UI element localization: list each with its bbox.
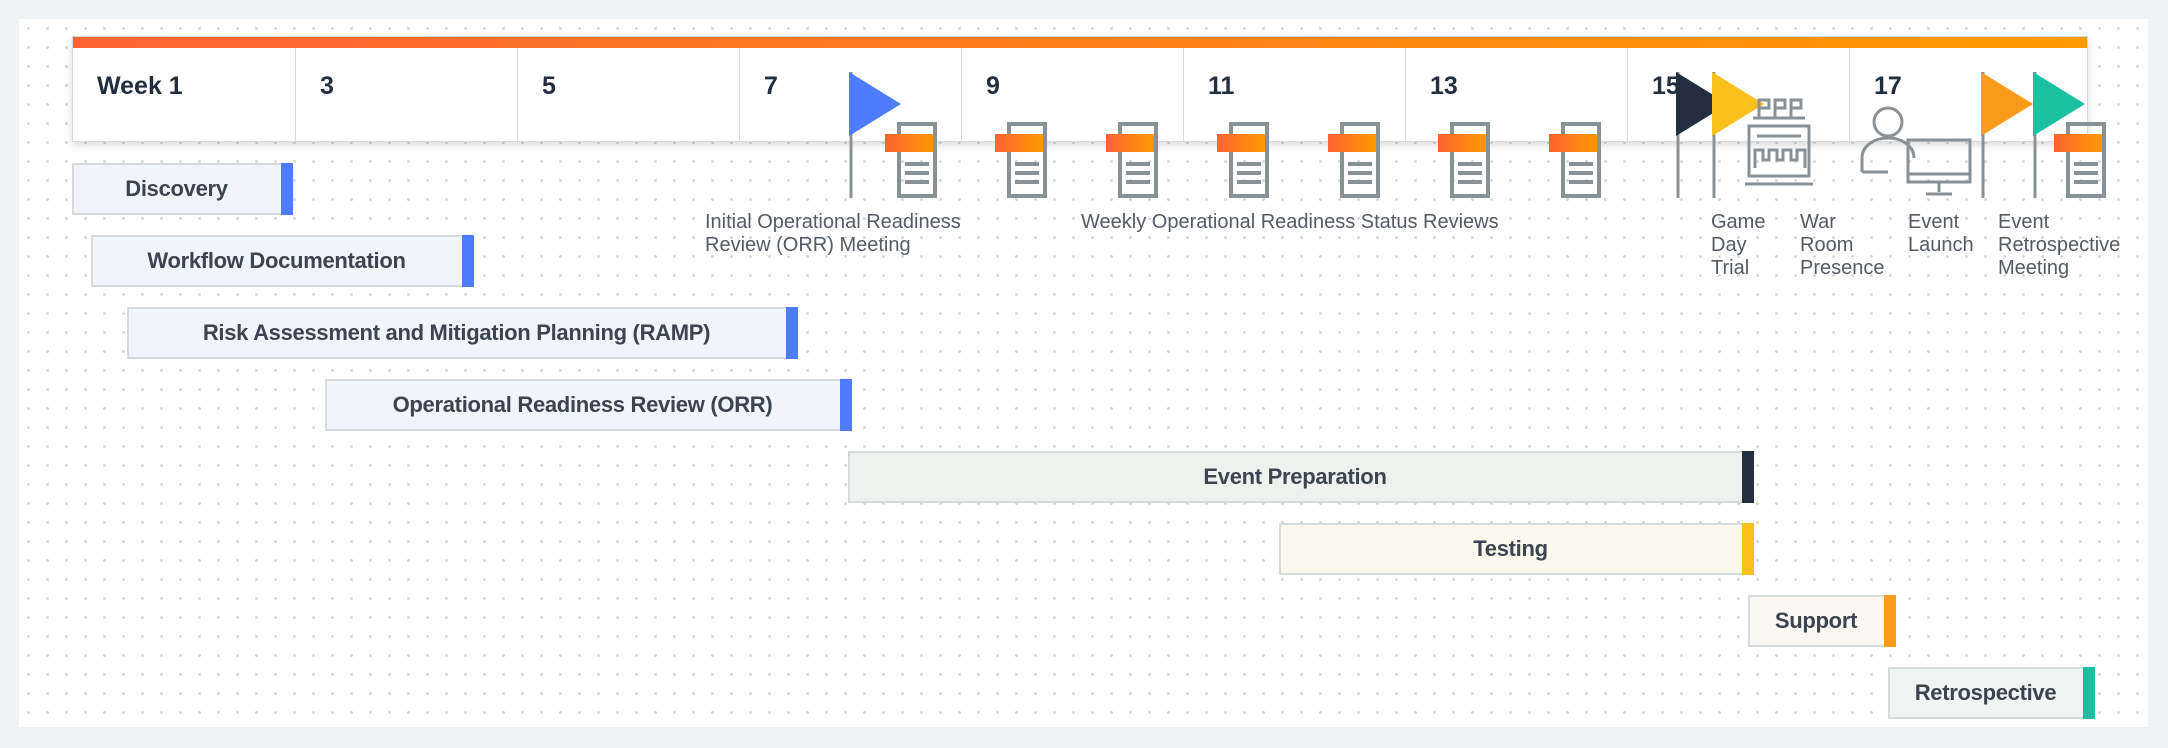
task-label: Support — [1774, 608, 1858, 633]
task-bar[interactable]: Risk Assessment and Mitigation Planning … — [127, 307, 798, 359]
document-icon — [1328, 122, 1380, 203]
week-label: 13 — [1430, 72, 1458, 100]
week-label: 5 — [542, 72, 556, 100]
week-column: Week 1 — [73, 48, 295, 142]
document-icon — [995, 122, 1047, 203]
task-bar[interactable]: Testing — [1279, 523, 1754, 575]
week-label: 9 — [986, 72, 1000, 100]
war-room-icon — [1745, 96, 1813, 193]
flag-icon — [1981, 72, 2037, 203]
milestone-label: Event Retrospective Meeting — [1998, 211, 2121, 279]
week-column: 5 — [517, 48, 739, 142]
document-icon — [1217, 122, 1269, 203]
task-bar[interactable]: Retrospective — [1888, 667, 2095, 719]
task-end-marker — [2083, 667, 2095, 719]
task-end-marker — [1884, 595, 1896, 647]
task-bar[interactable]: Operational Readiness Review (ORR) — [325, 379, 852, 431]
task-bar[interactable]: Event Preparation — [848, 451, 1754, 503]
week-label: 11 — [1208, 72, 1235, 100]
document-icon — [1106, 122, 1158, 203]
task-label: Testing — [1473, 536, 1548, 561]
milestone-label: Weekly Operational Readiness Status Revi… — [1081, 211, 1499, 233]
week-label: 7 — [764, 72, 778, 100]
task-bar[interactable]: Support — [1748, 595, 1896, 647]
task-end-marker — [840, 379, 852, 431]
task-bar[interactable]: Discovery — [72, 163, 293, 215]
monitor-icon — [1906, 138, 1972, 203]
milestone-label: Initial Operational Readiness Review (ORR… — [705, 211, 961, 256]
milestone-label: Event Launch — [1908, 211, 1974, 256]
milestone-label: War Room Presence — [1800, 211, 1885, 279]
task-end-marker — [786, 307, 798, 359]
task-bar[interactable]: Workflow Documentation — [91, 235, 474, 287]
week-column: 3 — [295, 48, 517, 142]
flag-icon — [2033, 72, 2089, 203]
task-end-marker — [1742, 523, 1754, 575]
task-label: Retrospective — [1914, 680, 2057, 705]
document-icon — [1438, 122, 1490, 203]
task-label: Workflow Documentation — [147, 248, 406, 273]
task-end-marker — [462, 235, 474, 287]
task-end-marker — [281, 163, 293, 215]
document-icon — [885, 122, 937, 203]
milestone-label: Game Day Trial — [1711, 211, 1766, 279]
week-label: 3 — [320, 72, 334, 100]
header-accent-bar — [73, 37, 2087, 48]
task-label: Event Preparation — [1203, 464, 1387, 489]
week-label: Week 1 — [97, 72, 183, 100]
task-label: Risk Assessment and Mitigation Planning … — [202, 320, 711, 345]
week-label: 17 — [1874, 72, 1902, 100]
task-label: Operational Readiness Review (ORR) — [392, 392, 773, 417]
task-end-marker — [1742, 451, 1754, 503]
task-label: Discovery — [125, 176, 228, 201]
document-icon — [1549, 122, 1601, 203]
